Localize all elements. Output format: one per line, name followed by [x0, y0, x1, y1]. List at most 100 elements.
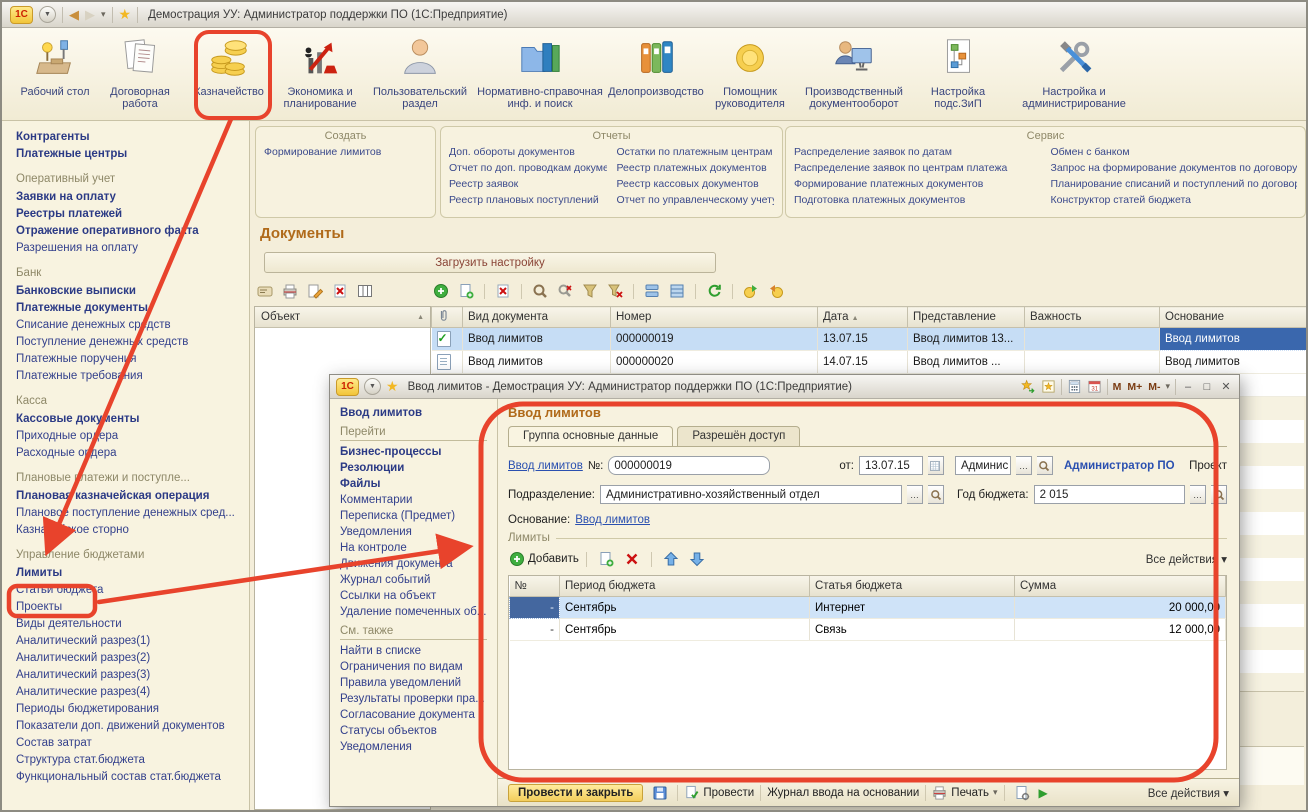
dialog-sidebar-item[interactable]: Комментарии — [340, 494, 497, 507]
calculator-icon[interactable] — [1067, 379, 1082, 394]
column-header[interactable]: Статья бюджета — [810, 576, 1015, 597]
save-icon[interactable] — [649, 783, 671, 803]
sidebar-item[interactable]: Аналитический разрез(2) — [16, 652, 249, 665]
sidebar-item[interactable]: Плановая казначейская операция — [16, 490, 249, 503]
dialog-sidebar-item[interactable]: Переписка (Предмет) — [340, 510, 497, 523]
ribbon-item-treasury[interactable]: Казначейство — [186, 33, 272, 98]
service-link[interactable]: Обмен с банком — [1051, 146, 1298, 158]
report-link[interactable]: Остатки по платежным центрам — [617, 146, 775, 158]
ribbon-item-administration[interactable]: Настройка и администрирование — [1004, 33, 1144, 110]
sidebar-item[interactable]: Аналитический разрез(1) — [16, 635, 249, 648]
document-row[interactable]: Ввод лимитов 000000020 14.07.15 Ввод лим… — [432, 351, 1308, 374]
column-header[interactable]: Основание — [1160, 307, 1308, 328]
all-actions-button[interactable]: Все действия ▾ — [1148, 786, 1229, 800]
favorites-icon[interactable]: ★ — [119, 6, 132, 23]
attachment-column-header[interactable] — [432, 307, 463, 328]
play-icon[interactable]: ▶ — [1039, 786, 1048, 800]
ellipsis-button[interactable]: … — [1016, 456, 1032, 475]
object-column-header[interactable]: Объект ▲ — [255, 307, 430, 328]
sidebar-item[interactable]: Платежные поручения — [16, 353, 249, 366]
date-field[interactable]: 13.07.15 — [859, 456, 923, 475]
sidebar-item[interactable]: Виды деятельности — [16, 618, 249, 631]
sidebar-item[interactable]: Платежные документы — [16, 302, 249, 315]
report-link[interactable]: Реестр платежных документов — [617, 162, 775, 174]
add-favorite-icon[interactable] — [1021, 379, 1036, 394]
search-icon[interactable] — [1037, 456, 1053, 475]
back-icon[interactable]: ◀ — [69, 7, 79, 23]
dialog-sidebar-item[interactable]: Файлы — [340, 478, 497, 491]
sidebar-item[interactable]: Расходные ордера — [16, 447, 249, 460]
close-icon[interactable]: ✕ — [1219, 380, 1233, 393]
favorite-box-icon[interactable] — [1041, 379, 1056, 394]
ellipsis-button[interactable]: … — [907, 485, 923, 504]
sidebar-item[interactable]: Казначейское сторно — [16, 524, 249, 537]
tab[interactable]: Группа основные данные — [508, 426, 673, 446]
sidebar-item[interactable]: Статьи бюджета — [16, 584, 249, 597]
dialog-menu-button[interactable]: ▼ — [364, 378, 381, 395]
number-field[interactable]: 000000019 — [608, 456, 770, 475]
sidebar-item[interactable]: Заявки на оплату — [16, 191, 249, 204]
department-field[interactable]: Административно-хозяйственный отдел — [600, 485, 902, 504]
ribbon-item-contract-work[interactable]: Договорная работа — [94, 33, 186, 110]
sidebar-item[interactable]: Отражение оперативного факта — [16, 225, 249, 238]
sidebar-item[interactable]: Платежные требования — [16, 370, 249, 383]
favorites-icon[interactable]: ★ — [386, 378, 399, 395]
print-button[interactable]: Печать▾ — [932, 785, 997, 800]
ribbon-item-desktop[interactable]: Рабочий стол — [16, 33, 94, 98]
ribbon-item-zip-settings[interactable]: Настройка подс.ЗиП — [912, 33, 1004, 110]
sidebar-item[interactable]: Лимиты — [16, 567, 249, 580]
service-link[interactable]: Формирование платежных документов — [794, 178, 1041, 190]
more-dropdown-icon[interactable]: ▾ — [1165, 381, 1170, 392]
maximize-icon[interactable]: □ — [1200, 381, 1214, 393]
coins-in-icon[interactable] — [740, 281, 762, 301]
report-link[interactable]: Доп. обороты документов — [449, 146, 607, 158]
dialog-sidebar-item[interactable]: На контроле — [340, 542, 497, 555]
delete-icon[interactable] — [329, 281, 351, 301]
column-header[interactable]: Сумма — [1015, 576, 1226, 597]
column-header[interactable]: Вид документа — [463, 307, 611, 328]
service-link[interactable]: Распределение заявок по центрам платежа — [794, 162, 1041, 174]
add-icon[interactable] — [430, 281, 452, 301]
report-link[interactable]: Реестр плановых поступлений — [449, 194, 607, 206]
delete-icon[interactable] — [492, 281, 514, 301]
service-link[interactable]: Планирование списаний и поступлений по д… — [1051, 178, 1298, 190]
limit-row[interactable]: - Сентябрь Связь 12 000,00 — [510, 619, 1226, 641]
columns-icon[interactable] — [354, 281, 376, 301]
column-header[interactable]: Период бюджета — [560, 576, 810, 597]
sidebar-item[interactable]: Аналитические разрез(4) — [16, 686, 249, 699]
sidebar-item[interactable]: Кассовые документы — [16, 413, 249, 426]
forward-icon[interactable]: ▶ — [85, 7, 95, 23]
sidebar-item[interactable]: Контрагенты — [16, 131, 249, 144]
sidebar-item[interactable]: Платежные центры — [16, 148, 249, 161]
date-picker-button[interactable] — [928, 456, 944, 475]
group-rows-icon[interactable] — [641, 281, 663, 301]
column-header[interactable]: Номер — [611, 307, 818, 328]
sidebar-item[interactable]: Функциональный состав стат.бюджета — [16, 771, 249, 784]
sidebar-item[interactable]: Плановое поступление денежных сред... — [16, 507, 249, 520]
move-up-icon[interactable] — [662, 549, 684, 569]
copy-icon[interactable] — [455, 281, 477, 301]
cancel-search-icon[interactable] — [554, 281, 576, 301]
entry-journal-button[interactable]: Журнал ввода на основании — [767, 787, 919, 799]
dialog-sidebar-item[interactable]: Движения документа — [340, 558, 497, 571]
sidebar-item[interactable]: Состав затрат — [16, 737, 249, 750]
sidebar-item[interactable]: Периоды бюджетирования — [16, 703, 249, 716]
dialog-sidebar-item[interactable]: Уведомления — [340, 741, 497, 754]
service-link[interactable]: Конструктор статей бюджета — [1051, 194, 1298, 206]
report-link[interactable]: Отчет по доп. проводкам документов — [449, 162, 607, 174]
attach-card-icon[interactable] — [254, 281, 276, 301]
search-icon[interactable] — [1211, 485, 1227, 504]
report-link[interactable]: Реестр заявок — [449, 178, 607, 190]
move-down-icon[interactable] — [688, 549, 710, 569]
report-link[interactable]: Отчет по управленческому учету — [617, 194, 775, 206]
dialog-sidebar-item[interactable]: Согласование документа — [340, 709, 497, 722]
memory-button[interactable]: M- — [1148, 381, 1160, 393]
column-header-date[interactable]: Дата ▲ — [818, 307, 908, 328]
delete-row-icon[interactable] — [623, 549, 645, 569]
dialog-sidebar-item[interactable]: Найти в списке — [340, 645, 497, 658]
print-icon[interactable] — [279, 281, 301, 301]
add-row-icon[interactable]: Добавить — [508, 549, 580, 569]
sidebar-item[interactable]: Разрешения на оплату — [16, 242, 249, 255]
edit-icon[interactable] — [304, 281, 326, 301]
sidebar-item[interactable]: Приходные ордера — [16, 430, 249, 443]
